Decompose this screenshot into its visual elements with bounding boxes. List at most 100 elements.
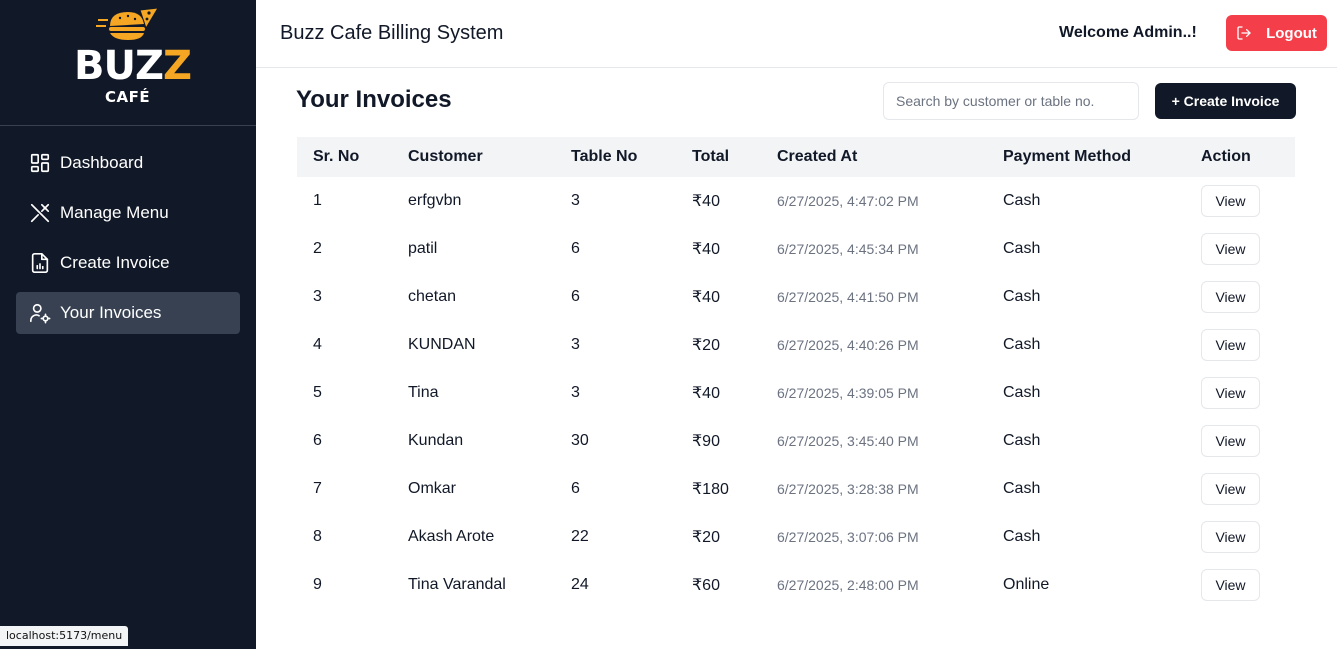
view-invoice-button[interactable]: View — [1201, 473, 1260, 505]
cell-sr-no: 7 — [313, 480, 322, 497]
cell-action: View — [1185, 561, 1295, 609]
sidebar-item-label: Dashboard — [60, 153, 144, 172]
column-header: Payment Method — [1003, 148, 1132, 165]
cell-customer: erfgvbn — [408, 192, 462, 209]
cell-payment-method: Cash — [1003, 336, 1041, 353]
cell-payment-method: Cash — [1003, 192, 1041, 209]
burger-pizza-logo-icon — [96, 7, 159, 40]
cell-total: ₹60 — [692, 577, 720, 594]
table-row: 1 erfgvbn 3 ₹40 6/27/2025, 4:47:02 PM Cash Vie… — [297, 177, 1295, 225]
column-header: Created At — [777, 148, 858, 165]
cell-table-no: 3 — [571, 384, 580, 401]
sidebar: BUZZ CAFÉ Dashboard Manage Menu Create I… — [0, 0, 256, 649]
cell-sr-no: 9 — [313, 576, 322, 593]
welcome-text: Welcome Admin..! — [1059, 24, 1197, 41]
cell-customer: chetan — [408, 288, 457, 305]
top-header: Buzz Cafe Billing System Welcome Admin..… — [256, 0, 1337, 68]
table-row: 9 Tina Varandal 24 ₹60 6/27/2025, 2:48:00 PM… — [297, 561, 1295, 609]
view-invoice-button[interactable]: View — [1201, 185, 1260, 217]
cell-table-no: 24 — [571, 576, 589, 593]
cell-created-at: 6/27/2025, 4:39:05 PM — [777, 385, 919, 401]
cell-action: View — [1185, 465, 1295, 513]
cell-customer: Akash Arote — [408, 528, 495, 545]
table-body: 1 erfgvbn 3 ₹40 6/27/2025, 4:47:02 PM Cash Vie… — [297, 177, 1295, 609]
cell-customer: KUNDAN — [408, 336, 476, 353]
table-row: 8 Akash Arote 22 ₹20 6/27/2025, 3:07:06 PM Ca… — [297, 513, 1295, 561]
brand-sub: CAFÉ — [105, 88, 151, 106]
user-settings-icon — [28, 301, 52, 325]
cell-payment-method: Cash — [1003, 528, 1041, 545]
cell-table-no: 6 — [571, 288, 580, 305]
view-invoice-button[interactable]: View — [1201, 425, 1260, 457]
cell-payment-method: Online — [1003, 576, 1050, 593]
view-invoice-button[interactable]: View — [1201, 569, 1260, 601]
utensils-icon — [28, 201, 52, 225]
table-row: 6 Kundan 30 ₹90 6/27/2025, 3:45:40 PM Cash Vie… — [297, 417, 1295, 465]
cell-payment-method: Cash — [1003, 384, 1041, 401]
status-bar-url: localhost:5173/menu — [0, 626, 129, 646]
cell-payment-method: Cash — [1003, 432, 1041, 449]
cell-table-no: 3 — [571, 336, 580, 353]
view-invoice-button[interactable]: View — [1201, 521, 1260, 553]
table-row: 5 Tina 3 ₹40 6/27/2025, 4:39:05 PM Cash View — [297, 369, 1295, 417]
cell-sr-no: 5 — [313, 384, 322, 401]
sidebar-item-label: Create Invoice — [60, 253, 170, 272]
cell-action: View — [1185, 321, 1295, 369]
cell-payment-method: Cash — [1003, 480, 1041, 497]
table-row: 4 KUNDAN 3 ₹20 6/27/2025, 4:40:26 PM Cash View — [297, 321, 1295, 369]
table-row: 3 chetan 6 ₹40 6/27/2025, 4:41:50 PM Cash View — [297, 273, 1295, 321]
cell-action: View — [1185, 225, 1295, 273]
cell-action: View — [1185, 417, 1295, 465]
cell-action: View — [1185, 273, 1295, 321]
cell-total: ₹40 — [692, 289, 720, 306]
table-header-row: Sr. No Customer Table No Total Created A… — [297, 137, 1295, 177]
logout-label: Logout — [1266, 24, 1317, 42]
cell-created-at: 6/27/2025, 4:45:34 PM — [777, 241, 919, 257]
view-invoice-button[interactable]: View — [1201, 233, 1260, 265]
cell-total: ₹40 — [692, 385, 720, 402]
search-input[interactable] — [883, 82, 1139, 120]
cell-customer: Tina — [408, 384, 439, 401]
brand-name: BUZZ — [74, 43, 192, 89]
cell-table-no: 6 — [571, 480, 580, 497]
cell-sr-no: 3 — [313, 288, 322, 305]
sidebar-item-create-invoice[interactable]: Create Invoice — [16, 242, 240, 284]
invoices-table: Sr. No Customer Table No Total Created A… — [297, 137, 1295, 609]
column-header: Action — [1201, 148, 1251, 165]
cell-sr-no: 1 — [313, 192, 322, 209]
cell-payment-method: Cash — [1003, 240, 1041, 257]
cell-action: View — [1185, 369, 1295, 417]
logout-button[interactable]: Logout — [1226, 15, 1327, 51]
logout-icon — [1237, 26, 1251, 40]
table-row: 7 Omkar 6 ₹180 6/27/2025, 3:28:38 PM Cash View — [297, 465, 1295, 513]
column-header: Sr. No — [313, 148, 360, 165]
cell-total: ₹40 — [692, 241, 720, 258]
view-invoice-button[interactable]: View — [1201, 329, 1260, 361]
cell-total: ₹180 — [692, 481, 729, 498]
sidebar-item-label: Your Invoices — [60, 303, 162, 322]
column-header: Customer — [408, 148, 483, 165]
cell-table-no: 3 — [571, 192, 580, 209]
cell-created-at: 6/27/2025, 2:48:00 PM — [777, 577, 919, 593]
cell-sr-no: 8 — [313, 528, 322, 545]
cell-sr-no: 2 — [313, 240, 322, 257]
create-invoice-button[interactable]: + Create Invoice — [1155, 83, 1296, 119]
cell-created-at: 6/27/2025, 4:40:26 PM — [777, 337, 919, 353]
sidebar-item-dashboard[interactable]: Dashboard — [16, 142, 240, 184]
invoice-file-icon — [28, 251, 52, 275]
sidebar-item-manage-menu[interactable]: Manage Menu — [16, 192, 240, 234]
cell-customer: Omkar — [408, 480, 456, 497]
sidebar-nav: Dashboard Manage Menu Create Invoice You… — [16, 142, 240, 342]
cell-sr-no: 6 — [313, 432, 322, 449]
sidebar-item-your-invoices[interactable]: Your Invoices — [16, 292, 240, 334]
cell-total: ₹40 — [692, 193, 720, 210]
column-header: Table No — [571, 148, 638, 165]
view-invoice-button[interactable]: View — [1201, 281, 1260, 313]
brand-logo[interactable]: BUZZ CAFÉ — [0, 0, 256, 126]
view-invoice-button[interactable]: View — [1201, 377, 1260, 409]
cell-sr-no: 4 — [313, 336, 322, 353]
cell-total: ₹20 — [692, 529, 720, 546]
page-title: Your Invoices — [296, 86, 452, 113]
table-row: 2 patil 6 ₹40 6/27/2025, 4:45:34 PM Cash View — [297, 225, 1295, 273]
cell-total: ₹20 — [692, 337, 720, 354]
